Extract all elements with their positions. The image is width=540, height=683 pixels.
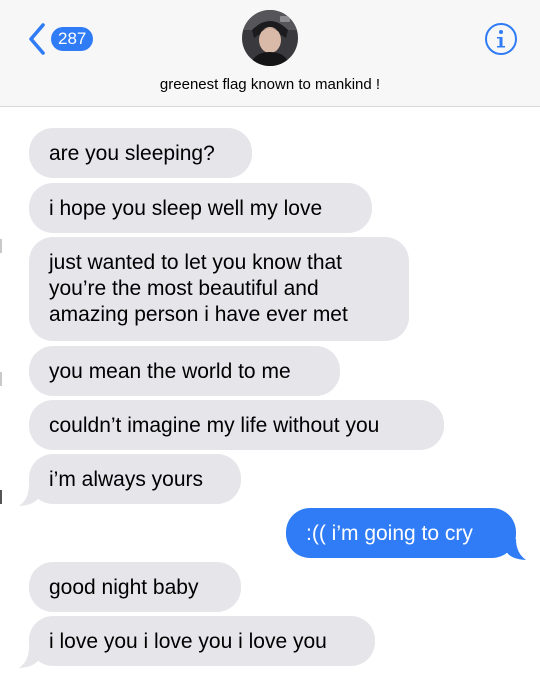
bubble-tail bbox=[506, 539, 526, 560]
back-button[interactable]: 287 bbox=[26, 22, 94, 56]
incoming-message-bubble[interactable]: are you sleeping? bbox=[29, 128, 252, 178]
message-thread[interactable]: are you sleeping? i hope you sleep well … bbox=[0, 107, 540, 683]
incoming-message-bubble[interactable]: just wanted to let you know that you’re … bbox=[29, 237, 409, 341]
bubble-tail bbox=[19, 485, 39, 506]
chevron-left-icon bbox=[29, 23, 45, 55]
info-icon[interactable] bbox=[484, 22, 518, 56]
incoming-message-bubble[interactable]: i hope you sleep well my love bbox=[29, 183, 372, 233]
avatar[interactable] bbox=[242, 10, 298, 66]
incoming-message-bubble[interactable]: good night baby bbox=[29, 562, 241, 612]
avatar-photo bbox=[242, 10, 298, 66]
incoming-message-bubble[interactable]: you mean the world to me bbox=[29, 346, 340, 396]
incoming-message-bubble[interactable]: i love you i love you i love you bbox=[29, 616, 375, 666]
contact-name[interactable]: greenest flag known to mankind ! bbox=[0, 76, 540, 93]
edge-mark bbox=[0, 372, 2, 386]
conversation-header: 287 greenest flag known to mankind ! bbox=[0, 0, 540, 107]
bubble-tail bbox=[19, 647, 39, 668]
incoming-message-bubble[interactable]: couldn’t imagine my life without you bbox=[29, 400, 444, 450]
edge-mark bbox=[0, 490, 2, 504]
incoming-message-bubble[interactable]: i’m always yours bbox=[29, 454, 241, 504]
unread-count-badge: 287 bbox=[51, 27, 94, 51]
edge-mark bbox=[0, 239, 2, 253]
outgoing-message-bubble[interactable]: :(( i’m going to cry bbox=[286, 508, 516, 558]
